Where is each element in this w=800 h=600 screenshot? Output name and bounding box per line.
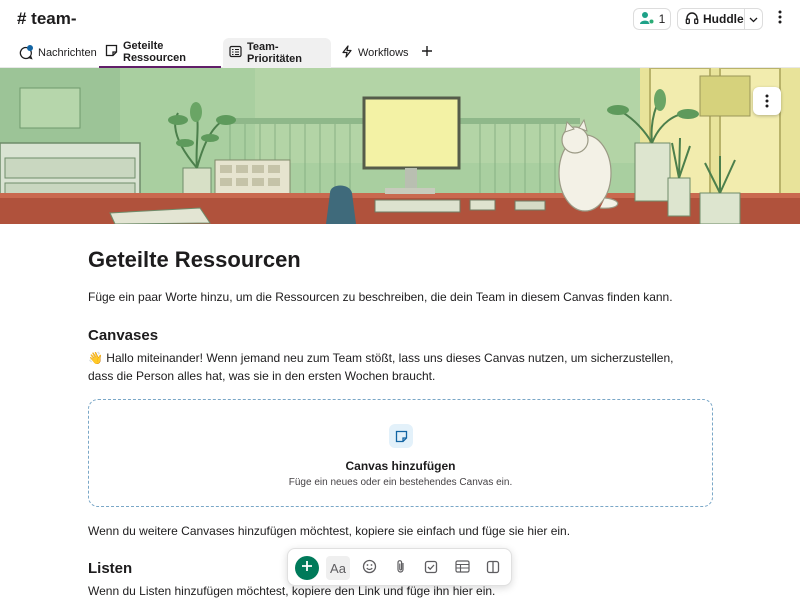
page-title[interactable]: Geteilte Ressourcen xyxy=(88,247,301,273)
add-tab-button[interactable] xyxy=(418,44,436,62)
plus-icon xyxy=(301,559,313,577)
tab-team-prioritaeten[interactable]: Team-Prioritäten xyxy=(223,38,331,68)
section-heading-listen[interactable]: Listen xyxy=(88,560,132,577)
banner-options-button[interactable] xyxy=(753,87,781,115)
canvas-insert-toolbar: Aa xyxy=(287,548,512,586)
chevron-down-icon xyxy=(749,10,758,28)
intro-text: Hallo miteinander! Wenn jemand neu zum T… xyxy=(88,351,674,383)
tab-geteilte-ressourcen[interactable]: Geteilte Ressourcen xyxy=(99,38,221,68)
channel-header: # team- 1 Huddle xyxy=(0,0,800,40)
huddle-button[interactable]: Huddle xyxy=(678,9,744,29)
table-icon xyxy=(454,560,470,576)
add-canvas-title: Canvas hinzufügen xyxy=(345,459,456,473)
checklist-icon xyxy=(424,560,438,577)
attachment-button[interactable] xyxy=(388,556,412,580)
office-illustration xyxy=(0,68,800,224)
lists-paragraph[interactable]: Wenn du Listen hinzufügen möchtest, kopi… xyxy=(88,584,495,598)
channel-title[interactable]: # team- xyxy=(17,9,77,29)
intro-paragraph[interactable]: 👋 Hallo miteinander! Wenn jemand neu zum… xyxy=(88,349,698,385)
headphones-icon xyxy=(685,11,699,28)
insert-button[interactable] xyxy=(295,556,319,580)
attachment-icon xyxy=(394,559,407,577)
members-button[interactable]: 1 xyxy=(633,8,671,30)
waving-hand-emoji: 👋 xyxy=(88,351,103,365)
tab-label: Nachrichten xyxy=(38,47,97,59)
more-options-button[interactable] xyxy=(772,9,788,29)
tab-label: Team-Prioritäten xyxy=(247,41,303,65)
tab-workflows[interactable]: Workflows xyxy=(335,38,415,68)
add-canvas-subtitle: Füge ein neues oder ein bestehendes Canv… xyxy=(288,477,513,488)
huddle-label: Huddle xyxy=(703,12,744,26)
vertical-ellipsis-icon xyxy=(765,94,769,108)
vertical-ellipsis-icon xyxy=(778,10,782,29)
notification-dot xyxy=(27,45,33,51)
huddle-options-button[interactable] xyxy=(745,9,762,29)
text-format-button[interactable]: Aa xyxy=(326,556,350,580)
member-count: 1 xyxy=(658,12,666,26)
description-paragraph[interactable]: Füge ein paar Worte hinzu, um die Ressou… xyxy=(88,290,673,304)
lightning-icon xyxy=(341,45,353,61)
tab-label: Geteilte Ressourcen xyxy=(123,40,186,64)
tab-label: Workflows xyxy=(358,47,409,59)
canvas-icon xyxy=(105,44,118,60)
person-icon xyxy=(639,11,655,28)
tab-nachrichten[interactable]: Nachrichten xyxy=(13,38,103,68)
table-button[interactable] xyxy=(450,556,474,580)
plus-icon xyxy=(421,44,433,62)
text-format-icon: Aa xyxy=(330,560,346,576)
list-icon xyxy=(229,45,242,61)
emoji-icon xyxy=(362,559,377,577)
emoji-button[interactable] xyxy=(357,556,381,580)
columns-icon xyxy=(486,560,500,577)
add-canvas-placeholder[interactable]: Canvas hinzufügen Füge ein neues oder ei… xyxy=(88,399,713,507)
checklist-button[interactable] xyxy=(419,556,443,580)
canvas-icon xyxy=(389,424,413,448)
canvas-banner-illustration xyxy=(0,68,800,224)
message-icon xyxy=(19,45,33,60)
section-heading-canvases[interactable]: Canvases xyxy=(88,327,158,344)
huddle-button-group: Huddle xyxy=(677,8,763,30)
columns-button[interactable] xyxy=(481,556,505,580)
more-canvases-paragraph[interactable]: Wenn du weitere Canvases hinzufügen möch… xyxy=(88,524,570,538)
channel-tabs: Nachrichten Geteilte Ressourcen Team-Pri… xyxy=(0,38,800,68)
